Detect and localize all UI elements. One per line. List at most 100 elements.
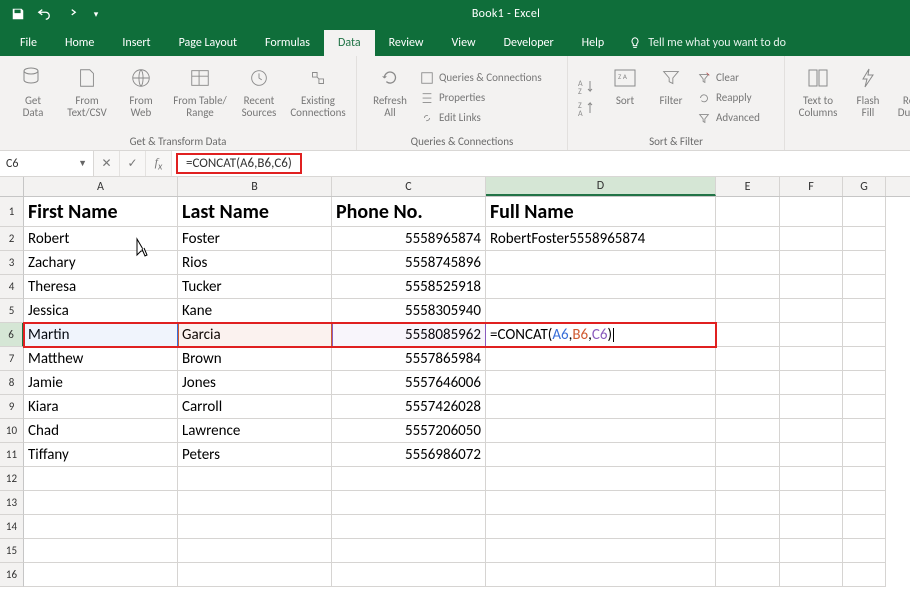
cell[interactable]: [843, 515, 886, 539]
cell[interactable]: [716, 395, 780, 419]
flash-fill-button[interactable]: Flash Fill: [847, 60, 889, 133]
cell[interactable]: Phone No.: [332, 197, 486, 227]
cell[interactable]: [843, 275, 886, 299]
cell[interactable]: [486, 467, 716, 491]
cell[interactable]: [780, 491, 843, 515]
sort-button[interactable]: Z ASort: [604, 60, 646, 133]
cell[interactable]: [843, 323, 886, 347]
cell[interactable]: [780, 347, 843, 371]
cell[interactable]: [486, 347, 716, 371]
cell[interactable]: 5558965874: [332, 227, 486, 251]
cell[interactable]: =CONCAT(A6,B6,C6): [486, 323, 716, 347]
rowhead[interactable]: 2: [0, 227, 24, 251]
cell[interactable]: Chad: [24, 419, 178, 443]
cell[interactable]: [486, 419, 716, 443]
cell[interactable]: [843, 371, 886, 395]
cell[interactable]: [332, 515, 486, 539]
cell[interactable]: [780, 275, 843, 299]
cell[interactable]: [332, 539, 486, 563]
tab-insert[interactable]: Insert: [108, 30, 164, 56]
cell[interactable]: Robert: [24, 227, 178, 251]
cell[interactable]: Zachary: [24, 251, 178, 275]
cell[interactable]: Matthew: [24, 347, 178, 371]
sort-za-button[interactable]: ZA: [576, 100, 596, 118]
cell[interactable]: [178, 467, 332, 491]
cell[interactable]: [486, 563, 716, 587]
rowhead[interactable]: 7: [0, 347, 24, 371]
cell[interactable]: [780, 395, 843, 419]
undo-button[interactable]: [32, 2, 56, 26]
rowhead[interactable]: 4: [0, 275, 24, 299]
refresh-all-button[interactable]: Refresh All: [365, 60, 415, 133]
tab-home[interactable]: Home: [51, 30, 108, 56]
cell[interactable]: [24, 563, 178, 587]
cell[interactable]: [780, 251, 843, 275]
cell[interactable]: 5558085962: [332, 323, 486, 347]
cell[interactable]: [716, 539, 780, 563]
cell[interactable]: [332, 563, 486, 587]
cell[interactable]: [843, 347, 886, 371]
cell[interactable]: [716, 419, 780, 443]
colhead-f[interactable]: F: [780, 177, 843, 196]
cell[interactable]: [24, 515, 178, 539]
text-to-columns-button[interactable]: Text to Columns: [793, 60, 843, 133]
cell[interactable]: [716, 275, 780, 299]
tab-developer[interactable]: Developer: [490, 30, 568, 56]
remove-dup-button[interactable]: Remove Duplicates: [893, 60, 910, 133]
from-text-button[interactable]: From Text/CSV: [62, 60, 112, 133]
cell[interactable]: [486, 395, 716, 419]
cell[interactable]: 5558305940: [332, 299, 486, 323]
cell[interactable]: [178, 515, 332, 539]
cell[interactable]: [780, 563, 843, 587]
cell[interactable]: Tucker: [178, 275, 332, 299]
filter-button[interactable]: Filter: [650, 60, 692, 133]
cell[interactable]: [843, 539, 886, 563]
from-table-button[interactable]: From Table/ Range: [170, 60, 230, 133]
cell[interactable]: First Name: [24, 197, 178, 227]
qa-customize-button[interactable]: ▾: [84, 2, 108, 26]
cell[interactable]: [178, 491, 332, 515]
cell[interactable]: [716, 491, 780, 515]
edit-links-button[interactable]: Edit Links: [419, 110, 559, 126]
insert-function-button[interactable]: fx: [146, 151, 172, 176]
cell[interactable]: [486, 371, 716, 395]
rowhead[interactable]: 5: [0, 299, 24, 323]
cell[interactable]: [178, 539, 332, 563]
cell[interactable]: Garcia: [178, 323, 332, 347]
cell[interactable]: Kane: [178, 299, 332, 323]
cell[interactable]: [716, 467, 780, 491]
cell[interactable]: [332, 491, 486, 515]
cell[interactable]: [486, 491, 716, 515]
cell[interactable]: [780, 371, 843, 395]
cell[interactable]: Lawrence: [178, 419, 332, 443]
cell[interactable]: Peters: [178, 443, 332, 467]
tab-formulas[interactable]: Formulas: [251, 30, 324, 56]
cell[interactable]: [486, 539, 716, 563]
colhead-g[interactable]: G: [843, 177, 886, 196]
cell[interactable]: [332, 467, 486, 491]
cell[interactable]: [716, 299, 780, 323]
properties-button[interactable]: Properties: [419, 90, 559, 106]
rowhead[interactable]: 6: [0, 323, 24, 347]
sort-az-button[interactable]: AZ: [576, 78, 596, 96]
cell[interactable]: [843, 299, 886, 323]
cell[interactable]: Kiara: [24, 395, 178, 419]
cell[interactable]: [24, 467, 178, 491]
get-data-button[interactable]: Get Data: [8, 60, 58, 133]
cell[interactable]: [780, 443, 843, 467]
queries-conn-button[interactable]: Queries & Connections: [419, 70, 559, 86]
cell[interactable]: Rios: [178, 251, 332, 275]
save-button[interactable]: [6, 2, 30, 26]
tab-page-layout[interactable]: Page Layout: [165, 30, 251, 56]
cell[interactable]: [486, 275, 716, 299]
advanced-filter-button[interactable]: Advanced: [696, 110, 776, 126]
cell[interactable]: [24, 491, 178, 515]
select-all-corner[interactable]: [0, 177, 24, 196]
cell[interactable]: [843, 395, 886, 419]
cell[interactable]: [843, 443, 886, 467]
tab-data[interactable]: Data: [324, 30, 375, 56]
cell[interactable]: 5557865984: [332, 347, 486, 371]
cell[interactable]: [780, 299, 843, 323]
rowhead[interactable]: 1: [0, 197, 24, 227]
cell[interactable]: 5557646006: [332, 371, 486, 395]
